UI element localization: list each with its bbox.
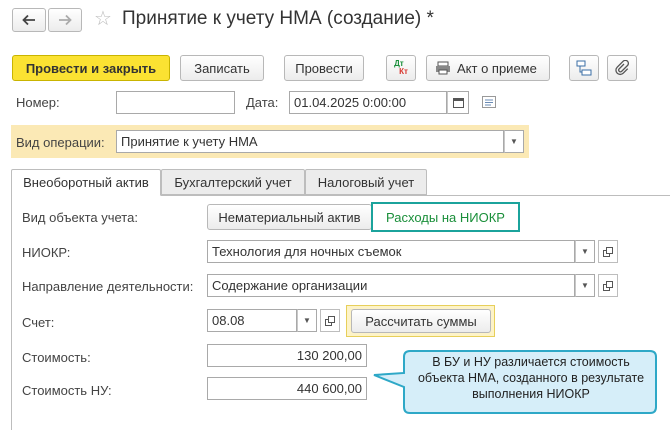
cost-label: Стоимость:: [22, 350, 91, 365]
tab-panel-border: [11, 195, 12, 430]
account-dropdown-button[interactable]: ▼: [297, 309, 317, 332]
act-button[interactable]: Акт о приеме: [426, 55, 550, 81]
object-type-label: Вид объекта учета:: [22, 210, 138, 225]
arrow-left-icon: [22, 14, 35, 26]
chevron-down-icon: ▼: [303, 316, 311, 325]
object-type-intangible-button[interactable]: Нематериальный актив: [207, 204, 372, 230]
niokr-dropdown-button[interactable]: ▼: [575, 240, 595, 263]
calendar-button[interactable]: [447, 91, 469, 114]
back-button[interactable]: [12, 8, 46, 32]
direction-select[interactable]: Содержание организации: [207, 274, 575, 297]
favorite-star-icon[interactable]: ☆: [94, 8, 112, 30]
operation-select[interactable]: Принятие к учету НМА: [116, 130, 504, 153]
account-open-button[interactable]: [320, 309, 340, 332]
forward-button[interactable]: [48, 8, 82, 32]
account-select[interactable]: 08.08: [207, 309, 297, 332]
niokr-label: НИОКР:: [22, 245, 71, 260]
cost-nu-label: Стоимость НУ:: [22, 383, 112, 398]
date-label: Дата:: [246, 95, 279, 110]
number-label: Номер:: [16, 95, 60, 110]
comment-icon[interactable]: [482, 96, 496, 111]
direction-dropdown-button[interactable]: ▼: [575, 274, 595, 297]
open-form-icon: [603, 280, 613, 291]
tab-tax[interactable]: Налоговый учет: [305, 169, 427, 195]
window-title: Принятие к учету НМА (создание) *: [122, 8, 434, 29]
dt-kt-icon: Дт Кт: [394, 59, 408, 76]
hierarchy-icon: [576, 60, 592, 76]
post-button[interactable]: Провести: [284, 55, 364, 81]
niokr-select[interactable]: Технология для ночных съемок: [207, 240, 575, 263]
direction-open-button[interactable]: [598, 274, 618, 297]
paperclip-icon: [615, 60, 630, 76]
arrow-right-icon: [59, 14, 72, 26]
calculate-sums-button[interactable]: Рассчитать суммы: [351, 309, 491, 333]
chevron-down-icon: ▼: [510, 137, 518, 146]
calendar-icon: [452, 98, 464, 108]
tab-accounting[interactable]: Бухгалтерский учет: [161, 169, 305, 195]
structure-button[interactable]: [569, 55, 599, 81]
callout-text: В БУ и НУ различается стоимость объекта …: [417, 355, 645, 401]
direction-label: Направление деятельности:: [22, 279, 194, 294]
object-type-rnd-label: Расходы на НИОКР: [386, 209, 505, 225]
date-field[interactable]: 01.04.2025 0:00:00: [289, 91, 447, 114]
chevron-down-icon: ▼: [581, 247, 589, 256]
object-type-rnd-button[interactable]: Расходы на НИОКР: [371, 202, 520, 232]
dt-kt-button[interactable]: Дт Кт: [386, 55, 416, 81]
tab-fixed-asset[interactable]: Внеоборотный актив: [11, 169, 161, 196]
operation-dropdown-button[interactable]: ▼: [504, 130, 524, 153]
printer-icon: [436, 61, 450, 75]
niokr-open-button[interactable]: [598, 240, 618, 263]
save-button[interactable]: Записать: [180, 55, 264, 81]
chevron-down-icon: ▼: [581, 281, 589, 290]
account-label: Счет:: [22, 315, 55, 330]
operation-label: Вид операции:: [16, 135, 105, 150]
number-field[interactable]: [116, 91, 235, 114]
attach-button[interactable]: [607, 55, 637, 81]
cost-nu-field[interactable]: 440 600,00: [207, 377, 367, 400]
act-button-label: Акт о приеме: [457, 60, 537, 76]
open-form-icon: [603, 246, 613, 257]
cost-field[interactable]: 130 200,00: [207, 344, 367, 367]
open-form-icon: [325, 315, 335, 326]
post-and-close-button[interactable]: Провести и закрыть: [12, 55, 170, 81]
